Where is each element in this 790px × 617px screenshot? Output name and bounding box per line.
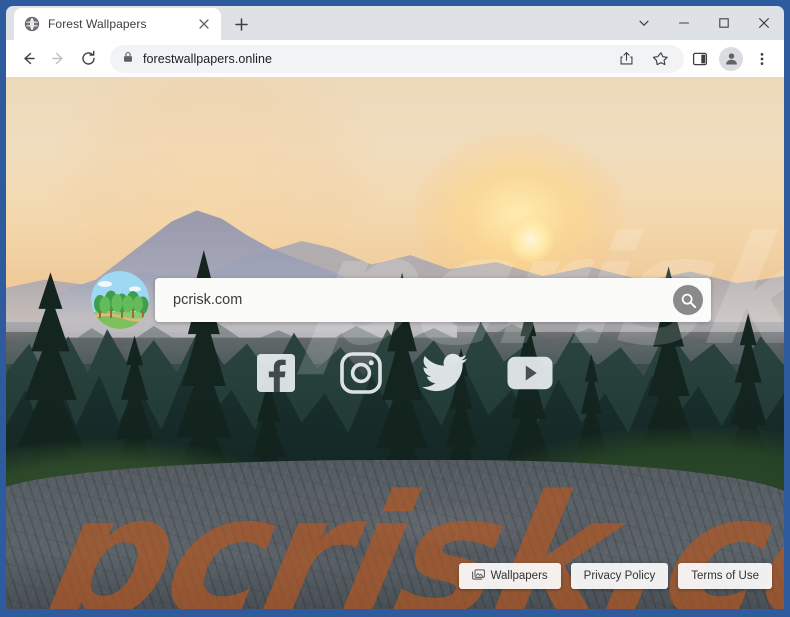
star-icon[interactable] xyxy=(648,46,674,72)
back-arrow-icon[interactable] xyxy=(14,45,42,73)
tab-search-chevron-icon[interactable] xyxy=(624,6,664,40)
browser-toolbar: forestwallpapers.online xyxy=(6,40,784,77)
search-magnifier-icon[interactable] xyxy=(673,285,703,315)
terms-of-use-button[interactable]: Terms of Use xyxy=(678,563,772,589)
privacy-policy-label: Privacy Policy xyxy=(583,570,656,582)
share-icon[interactable] xyxy=(613,46,639,72)
close-icon[interactable] xyxy=(744,6,784,40)
browser-window: Forest Wallpapers forestwallpapers.onlin… xyxy=(0,0,790,617)
profile-avatar-icon[interactable] xyxy=(719,46,743,71)
search-input[interactable]: pcrisk.com xyxy=(173,292,673,308)
site-search-box[interactable]: pcrisk.com xyxy=(155,278,711,322)
page-viewport: pcrisk.com pcrisk.com Wallpapers Privacy… xyxy=(6,77,784,609)
youtube-icon[interactable] xyxy=(507,350,553,396)
maximize-icon[interactable] xyxy=(704,6,744,40)
three-dot-menu-icon[interactable] xyxy=(748,45,776,73)
tab-strip: Forest Wallpapers xyxy=(6,6,784,40)
social-links-row xyxy=(253,350,553,396)
facebook-icon[interactable] xyxy=(253,350,299,396)
forest-circle-logo[interactable] xyxy=(91,271,149,329)
tab-close-icon[interactable] xyxy=(195,15,213,33)
forward-arrow-icon xyxy=(44,45,72,73)
search-row: pcrisk.com xyxy=(91,271,711,329)
side-panel-icon[interactable] xyxy=(686,45,714,73)
globe-icon xyxy=(24,16,40,32)
instagram-icon[interactable] xyxy=(338,350,384,396)
tab-title: Forest Wallpapers xyxy=(48,17,147,31)
url-text: forestwallpapers.online xyxy=(143,51,273,66)
minimize-icon[interactable] xyxy=(664,6,704,40)
reload-icon[interactable] xyxy=(74,45,102,73)
browser-tab[interactable]: Forest Wallpapers xyxy=(14,8,221,40)
address-bar[interactable]: forestwallpapers.online xyxy=(110,44,684,73)
terms-of-use-label: Terms of Use xyxy=(691,570,759,582)
wallpapers-button[interactable]: Wallpapers xyxy=(458,563,561,589)
window-controls xyxy=(624,6,784,40)
new-tab-button[interactable] xyxy=(227,10,255,38)
footer-buttons: Wallpapers Privacy Policy Terms of Use xyxy=(458,563,772,589)
wallpapers-label: Wallpapers xyxy=(490,570,548,582)
privacy-policy-button[interactable]: Privacy Policy xyxy=(570,563,669,589)
twitter-icon[interactable] xyxy=(422,350,468,396)
lock-icon[interactable] xyxy=(122,50,134,68)
image-icon xyxy=(471,568,485,584)
